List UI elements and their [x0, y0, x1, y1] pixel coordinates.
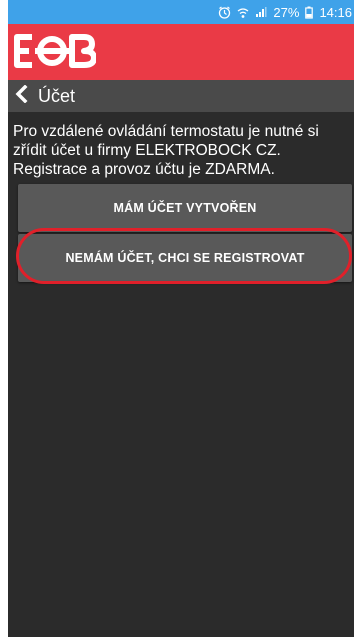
elektrobock-logo — [14, 34, 97, 73]
app-screen: 27% 14:16 Účet Pro vzdálené ovládání ter… — [8, 0, 354, 637]
have-account-button[interactable]: MÁM ÚČET VYTVOŘEN — [18, 184, 352, 232]
battery-percent: 27% — [273, 4, 300, 20]
page-title: Účet — [38, 85, 76, 106]
brand-header — [8, 24, 354, 80]
battery-icon — [305, 6, 314, 19]
clock-time: 14:16 — [319, 4, 352, 20]
back-button[interactable] — [8, 80, 28, 112]
toolbar: Účet — [8, 80, 354, 112]
wifi-icon — [237, 6, 249, 19]
status-bar: 27% 14:16 — [8, 0, 354, 24]
register-button[interactable]: NEMÁM ÚČET, CHCI SE REGISTROVAT — [18, 234, 352, 282]
intro-text: Pro vzdálené ovládání termostatu je nutn… — [13, 123, 319, 178]
main-content: Pro vzdálené ovládání termostatu je nutn… — [8, 112, 354, 637]
chevron-left-icon — [14, 84, 28, 108]
alarm-icon — [218, 6, 231, 19]
signal-icon — [255, 6, 267, 18]
